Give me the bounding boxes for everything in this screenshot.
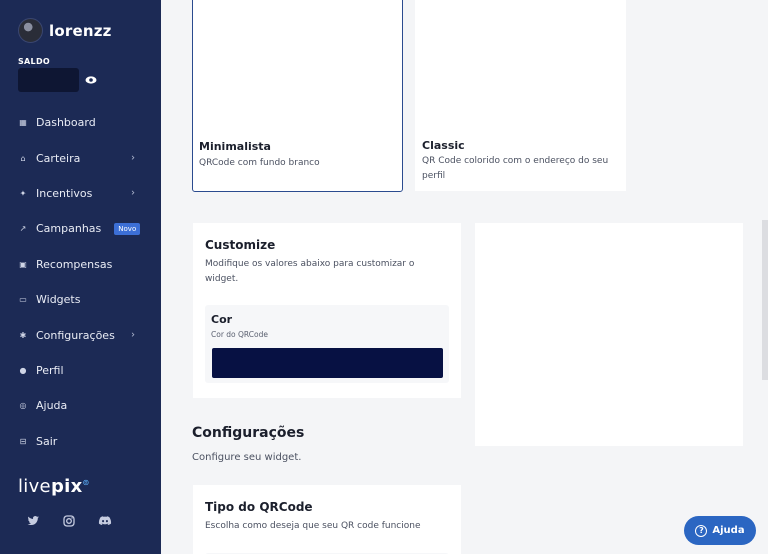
sidebar-item-label: Incentivos — [36, 186, 93, 200]
color-sublabel: Cor do QRCode — [211, 330, 268, 339]
sidebar-item-label: Dashboard — [36, 116, 96, 130]
widget-preview — [475, 223, 743, 446]
logo-mark: ⊚ — [82, 478, 90, 487]
profile[interactable]: lorenzz — [18, 18, 112, 43]
user-icon: ● — [19, 365, 27, 375]
style-title: Classic — [422, 139, 465, 152]
gear-icon: ✱ — [19, 330, 27, 340]
sidebar-item-label: Configurações — [36, 328, 115, 342]
logout-icon: ⊟ — [19, 436, 27, 446]
sidebar-item-label: Recompensas — [36, 257, 113, 271]
eye-icon[interactable] — [85, 75, 97, 85]
social-links — [26, 514, 112, 528]
chevron-right-icon: › — [131, 187, 135, 199]
sidebar-item-ajuda[interactable]: ◎ Ajuda — [0, 388, 161, 423]
customize-card: Customize Modifique os valores abaixo pa… — [193, 223, 461, 398]
bank-icon: ⌂ — [20, 153, 26, 163]
chevron-right-icon: › — [131, 329, 135, 341]
qrcode-type-desc: Escolha como deseja que seu QR code func… — [205, 521, 421, 531]
logo-text-bold: pix — [50, 476, 83, 497]
qrcode-type-title: Tipo do QRCode — [205, 500, 313, 514]
sidebar-item-label: Ajuda — [36, 399, 68, 413]
sparkle-icon: ✦ — [19, 188, 27, 198]
help-button-label: Ajuda — [712, 525, 745, 536]
color-picker[interactable] — [212, 348, 443, 378]
chart-icon: ↗ — [19, 224, 27, 234]
dashboard-icon: ▦ — [19, 118, 27, 128]
section-desc: Configure seu widget. — [192, 452, 302, 463]
sidebar-item-recompensas[interactable]: ▣ Recompensas — [0, 247, 161, 282]
style-desc: QR Code colorido com o endereço do seu p… — [422, 156, 609, 181]
logo-text-light: live — [18, 476, 51, 497]
sidebar-item-label: Perfil — [36, 363, 64, 377]
chevron-right-icon: › — [131, 152, 135, 164]
sidebar-item-perfil[interactable]: ● Perfil — [0, 353, 161, 388]
avatar — [18, 18, 43, 43]
sidebar-nav: ▦ Dashboard ⌂ Carteira › ✦ Incentivos › … — [0, 105, 161, 459]
sidebar-item-label: Carteira — [36, 151, 81, 165]
color-field: Cor Cor do QRCode — [205, 305, 449, 383]
livepix-logo[interactable]: livepix⊚ — [18, 476, 90, 497]
sidebar-item-label: Widgets — [36, 293, 81, 307]
customize-title: Customize — [205, 238, 276, 252]
help-icon: ◎ — [19, 401, 27, 411]
sidebar-item-widgets[interactable]: ▭ Widgets — [0, 282, 161, 317]
sidebar-item-label: Campanhas — [36, 222, 102, 236]
gift-icon: ▣ — [19, 259, 27, 269]
style-desc: QRCode com fundo branco — [199, 158, 320, 168]
sidebar-item-incentivos[interactable]: ✦ Incentivos › — [0, 176, 161, 211]
help-icon: ? — [695, 524, 708, 537]
sidebar-item-campanhas[interactable]: ↗ Campanhas Novo — [0, 211, 161, 246]
section-title: Configurações — [192, 425, 305, 441]
sidebar-item-dashboard[interactable]: ▦ Dashboard — [0, 105, 161, 140]
scrollbar[interactable] — [762, 220, 768, 380]
username: lorenzz — [49, 21, 112, 40]
new-badge: Novo — [114, 222, 141, 235]
saldo-label: SALDO — [18, 57, 50, 66]
color-label: Cor — [211, 313, 233, 326]
style-title: Minimalista — [199, 140, 271, 153]
twitter-icon[interactable] — [26, 514, 40, 528]
style-card-classic[interactable]: Classic QR Code colorido com o endereço … — [415, 0, 626, 191]
style-card-minimalista[interactable]: Minimalista QRCode com fundo branco — [192, 0, 403, 192]
sidebar: lorenzz SALDO ▦ Dashboard ⌂ Carteira › ✦… — [0, 0, 161, 554]
widget-icon: ▭ — [19, 295, 27, 305]
sidebar-item-label: Sair — [36, 434, 58, 448]
discord-icon[interactable] — [98, 514, 112, 528]
sidebar-item-carteira[interactable]: ⌂ Carteira › — [0, 140, 161, 175]
help-button[interactable]: ? Ajuda — [684, 516, 756, 545]
saldo-value-hidden — [18, 68, 79, 92]
customize-desc: Modifique os valores abaixo para customi… — [205, 259, 415, 284]
sidebar-item-configuracoes[interactable]: ✱ Configurações › — [0, 317, 161, 352]
qrcode-type-card: Tipo do QRCode Escolha como deseja que s… — [193, 485, 461, 554]
instagram-icon[interactable] — [62, 514, 76, 528]
sidebar-item-sair[interactable]: ⊟ Sair — [0, 424, 161, 459]
